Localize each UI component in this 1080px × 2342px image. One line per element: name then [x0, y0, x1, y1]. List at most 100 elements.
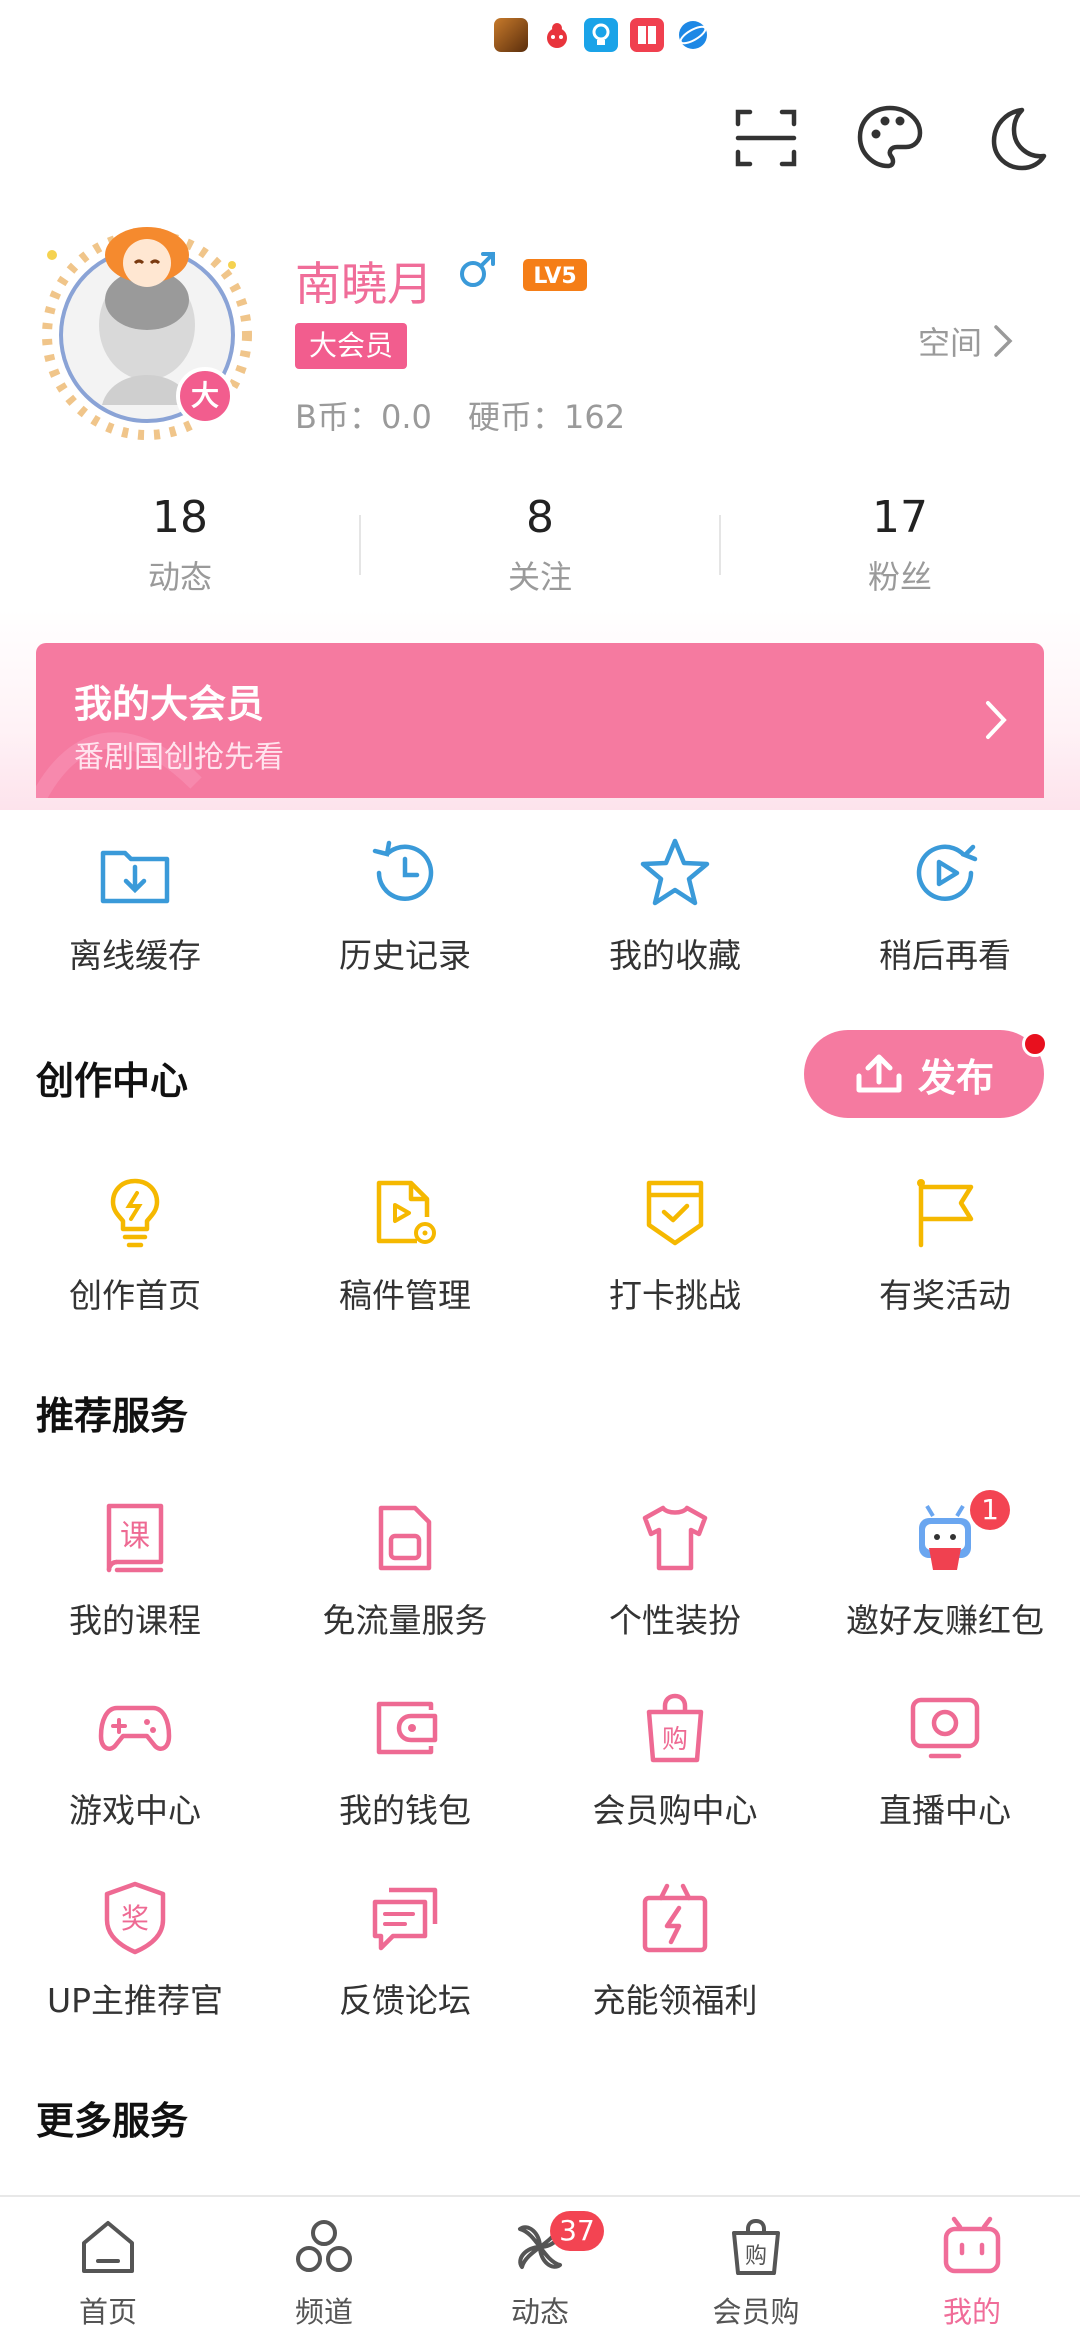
nav-home[interactable]: 首页: [0, 2215, 216, 2331]
nav-mall[interactable]: 购 会员购: [648, 2215, 864, 2331]
status-bar: [0, 0, 1080, 70]
nav-dynamic[interactable]: 动态 37: [432, 2211, 648, 2331]
wallet-button[interactable]: 我的钱包: [270, 1690, 540, 1832]
coins-info: B币：0.0 硬币：162: [295, 392, 651, 438]
shopping-bag-icon: 购: [646, 1693, 704, 1763]
game-center-button[interactable]: 游戏中心: [0, 1690, 270, 1832]
watch-later-icon: [916, 844, 978, 901]
watch-later-button[interactable]: 稍后再看: [810, 835, 1080, 977]
stat-value: 18: [152, 492, 208, 543]
svg-text:购: 购: [662, 1725, 688, 1755]
vip-mall-center-button[interactable]: 购 会员购中心: [540, 1690, 810, 1832]
feedback-icon: [372, 1887, 438, 1951]
checkin-challenge-button[interactable]: 打卡挑战: [540, 1175, 810, 1317]
sim-card-icon: [378, 1505, 432, 1571]
label: 反馈论坛: [339, 1981, 471, 2020]
vip-banner[interactable]: 我的大会员 番剧国创抢先看: [36, 643, 1044, 798]
avatar[interactable]: 大: [32, 215, 262, 445]
publish-button[interactable]: 发布: [804, 1030, 1044, 1118]
label: 有奖活动: [879, 1276, 1011, 1315]
label: 个性装扮: [609, 1601, 741, 1640]
notification-dot: [1022, 1031, 1048, 1057]
level-text: LV5: [533, 264, 576, 289]
bcoin-text: B币：0.0: [295, 398, 432, 436]
favorites-button[interactable]: 我的收藏: [540, 835, 810, 977]
scan-icon[interactable]: [728, 100, 804, 176]
label: 充能领福利: [592, 1981, 758, 2020]
nav-mine[interactable]: 我的: [864, 2215, 1080, 2331]
label: 打卡挑战: [609, 1276, 741, 1315]
label: 会员购中心: [592, 1791, 758, 1830]
stat-label: 关注: [507, 558, 572, 596]
divider: [719, 515, 721, 575]
label: 邀好友赚红包: [846, 1601, 1044, 1640]
bottom-nav: 首页 频道 动态 37 购 会员购 我的: [0, 2195, 1080, 2342]
coin-text: 硬币：162: [468, 398, 626, 436]
label: 我的课程: [69, 1601, 201, 1640]
nav-label: 动态: [510, 2295, 569, 2329]
nav-label: 首页: [78, 2295, 137, 2329]
label: UP主推荐官: [46, 1981, 224, 2020]
manuscript-icon: [376, 1180, 436, 1244]
stat-label: 动态: [147, 558, 212, 596]
up-recommender-button[interactable]: 奖 UP主推荐官: [0, 1880, 270, 2022]
stat-following[interactable]: 8 关注: [420, 490, 660, 598]
nav-label: 我的: [942, 2295, 1001, 2329]
my-course-button[interactable]: 课 我的课程: [0, 1500, 270, 1642]
red-app-icon: [540, 18, 574, 52]
label: 历史记录: [339, 936, 471, 975]
space-link-label: 空间: [918, 324, 983, 362]
stat-value: 17: [872, 492, 928, 543]
award-icon: 奖: [104, 1881, 166, 1955]
nav-channel[interactable]: 频道: [216, 2215, 432, 2331]
night-mode-icon[interactable]: [976, 100, 1052, 176]
label: 免流量服务: [322, 1601, 488, 1640]
manuscript-manage-button[interactable]: 稿件管理: [270, 1175, 540, 1317]
personal-dressup-button[interactable]: 个性装扮: [540, 1500, 810, 1642]
label: 直播中心: [879, 1791, 1011, 1830]
live-center-button[interactable]: 直播中心: [810, 1690, 1080, 1832]
live-tv-icon: [910, 1697, 980, 1759]
more-services-title: 更多服务: [36, 2099, 189, 2143]
stat-value: 8: [526, 492, 554, 543]
offline-cache-icon: [100, 850, 170, 904]
bulb-icon: [110, 1178, 160, 1248]
browser-app-icon: [676, 18, 710, 52]
flag-icon: [917, 1179, 974, 1248]
course-icon: 课: [106, 1503, 164, 1573]
offline-cache-button[interactable]: 离线缓存: [0, 835, 270, 977]
palette-icon[interactable]: [852, 100, 928, 176]
creation-home-button[interactable]: 创作首页: [0, 1175, 270, 1317]
game-app-icon: [494, 18, 528, 52]
vip-subtitle: 番剧国创抢先看: [74, 740, 284, 775]
label: 我的收藏: [609, 936, 741, 975]
charge-welfare-button[interactable]: 充能领福利: [540, 1880, 810, 2022]
space-link[interactable]: 空间: [918, 318, 1022, 364]
upload-icon: [856, 1054, 902, 1093]
chevron-right-icon: [986, 701, 1007, 739]
stat-fans[interactable]: 17 粉丝: [780, 490, 1020, 598]
reward-activity-button[interactable]: 有奖活动: [810, 1175, 1080, 1317]
gift-icon: [642, 1883, 708, 1953]
free-data-button[interactable]: 免流量服务: [270, 1500, 540, 1642]
checkin-icon: [646, 1180, 704, 1246]
label: 离线缓存: [69, 936, 201, 975]
history-icon: [372, 840, 434, 901]
svg-text:课: 课: [120, 1519, 150, 1554]
publish-label: 发布: [917, 1055, 994, 1100]
feedback-forum-button[interactable]: 反馈论坛: [270, 1880, 540, 2022]
vip-avatar-badge: 大: [176, 367, 234, 425]
svg-text:购: 购: [745, 2244, 767, 2269]
vip-badge[interactable]: 大会员: [295, 323, 408, 369]
label: 稍后再看: [879, 936, 1011, 975]
star-icon: [640, 838, 710, 906]
male-icon: [460, 252, 495, 287]
invite-friends-button[interactable]: 邀好友赚红包 1: [810, 1490, 1080, 1642]
history-button[interactable]: 历史记录: [270, 835, 540, 977]
nav-label: 频道: [294, 2295, 353, 2329]
level-badge: LV5: [522, 258, 588, 292]
recommend-services-title: 推荐服务: [36, 1394, 189, 1438]
notification-badge: 1: [970, 1490, 1010, 1530]
stat-dynamics[interactable]: 18 动态: [60, 490, 300, 598]
username[interactable]: 南曉月: [295, 248, 433, 314]
